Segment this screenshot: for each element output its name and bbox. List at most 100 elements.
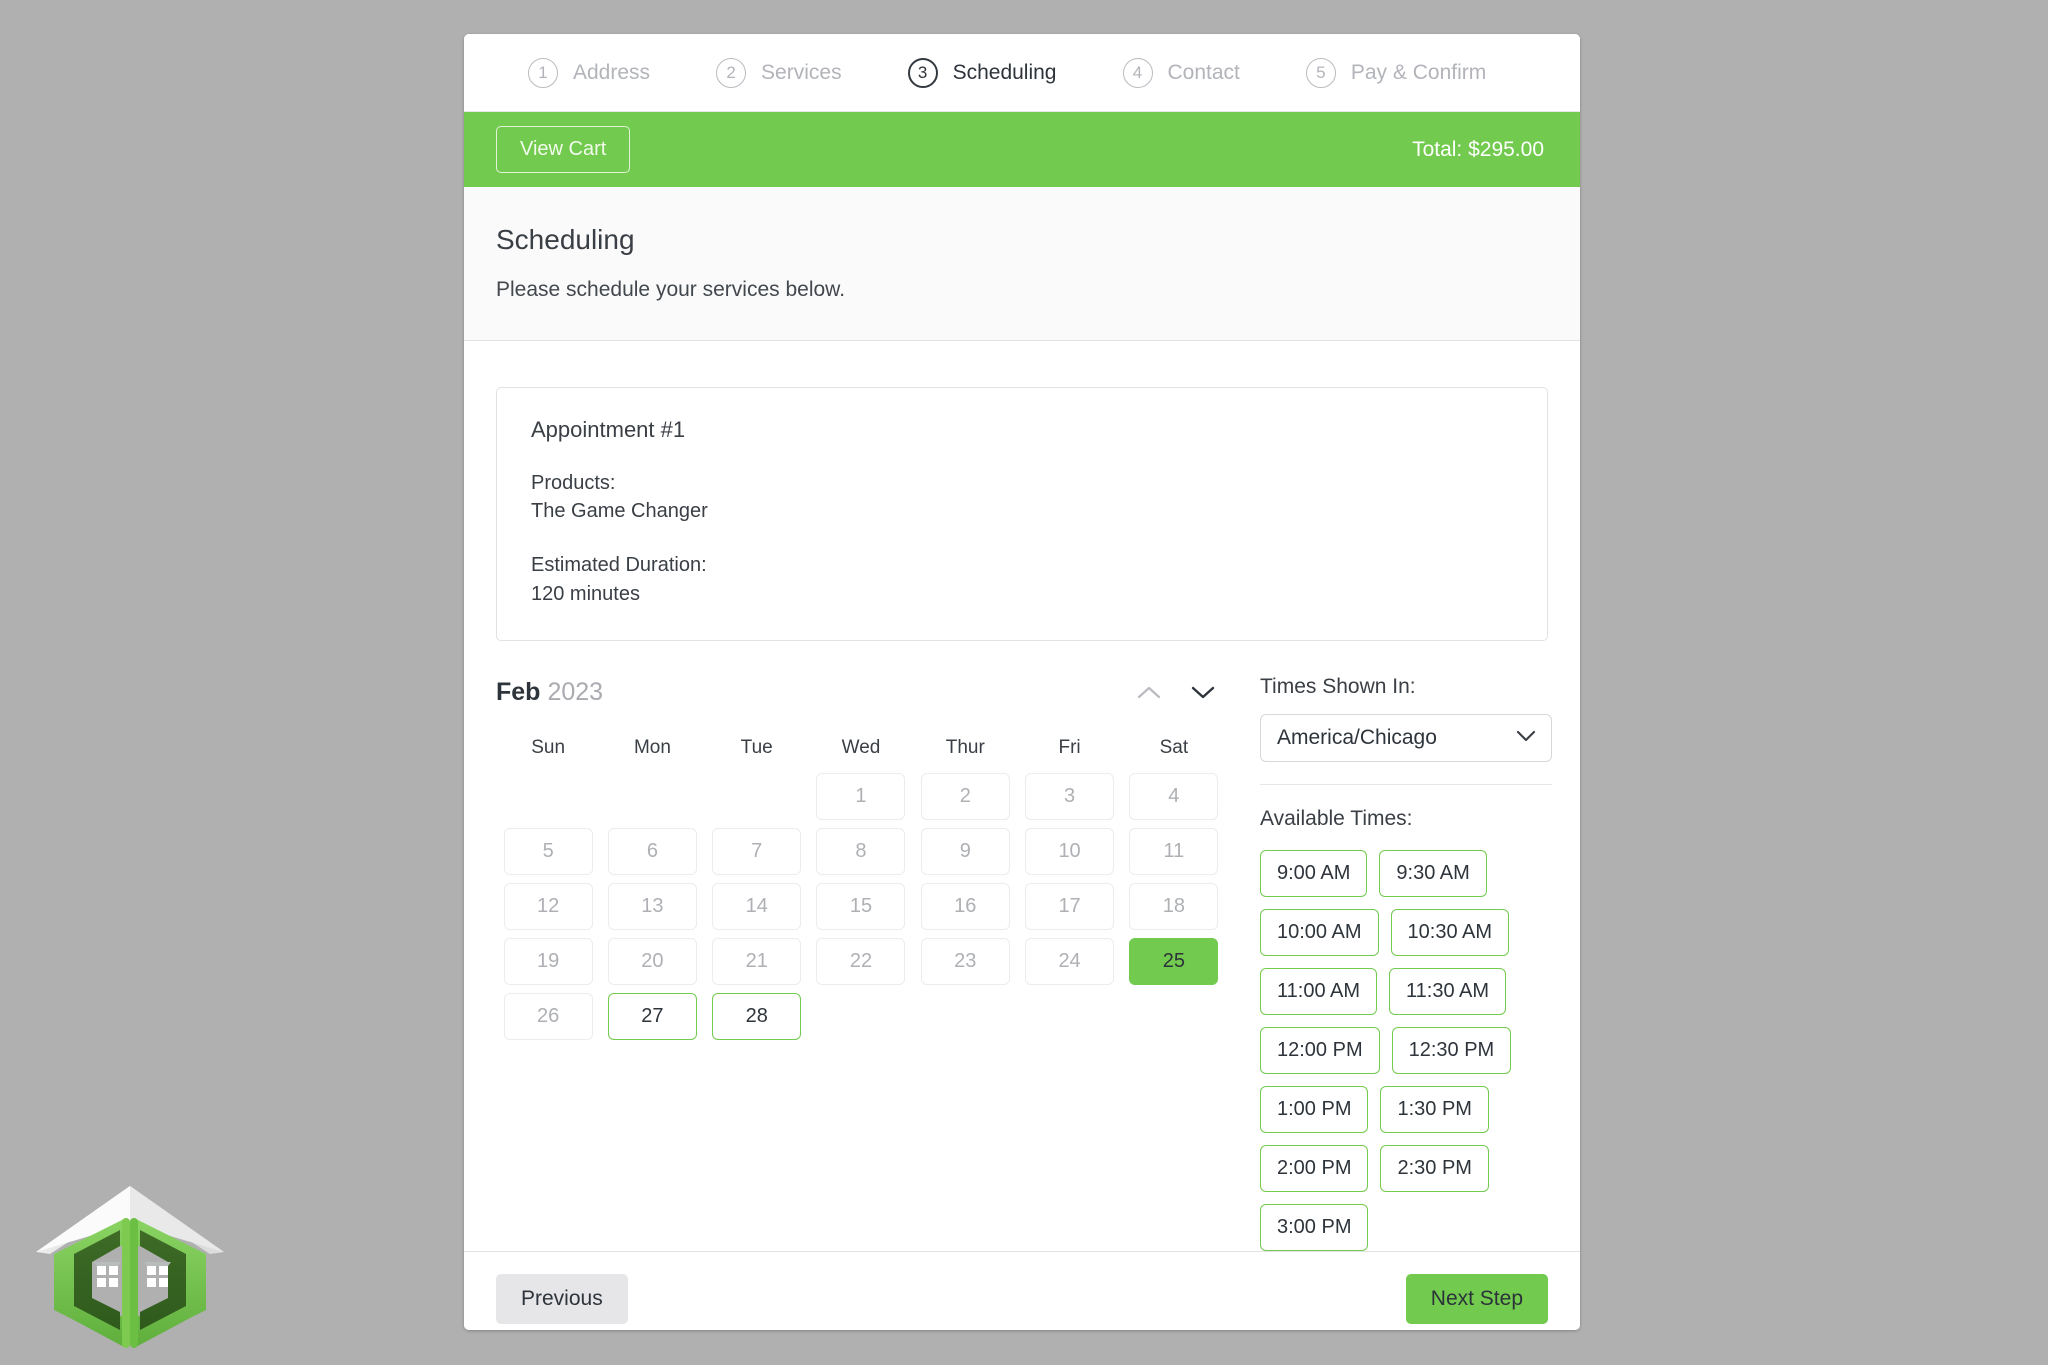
chevron-down-icon[interactable] — [1186, 675, 1220, 709]
calendar-panel: Feb 2023 Sun Mon Tue Wed Thur Fri Sat 1 … — [496, 675, 1226, 1251]
time-slot-11-00-am[interactable]: 11:00 AM — [1260, 968, 1378, 1016]
appointment-duration: Estimated Duration: 120 minutes — [531, 551, 1513, 608]
calendar-day-14: 14 — [712, 883, 802, 931]
step-scheduling[interactable]: 3 Scheduling — [907, 57, 1057, 88]
step-number: 3 — [907, 57, 938, 88]
time-slot-12-30-pm[interactable]: 12:30 PM — [1391, 1027, 1512, 1075]
calendar-day-22: 22 — [816, 938, 906, 986]
scheduler-columns: Feb 2023 Sun Mon Tue Wed Thur Fri Sat 1 … — [496, 675, 1552, 1252]
cart-bar: View Cart Total: $295.00 — [464, 112, 1580, 187]
calendar-day-21: 21 — [712, 938, 802, 986]
calendar-cell: 26 — [496, 993, 600, 1041]
calendar-cell: 7 — [705, 828, 809, 876]
calendar-cell: 20 — [600, 938, 704, 986]
calendar-cell: 23 — [913, 938, 1017, 986]
calendar-day-28[interactable]: 28 — [712, 993, 802, 1041]
available-times-label: Available Times: — [1260, 807, 1413, 831]
calendar-day-5: 5 — [503, 828, 593, 876]
step-number: 5 — [1305, 57, 1336, 88]
calendar-cell-empty — [600, 773, 704, 820]
calendar-cell: 12 — [496, 883, 600, 931]
products-label: Products: — [531, 471, 616, 494]
step-services[interactable]: 2 Services — [716, 57, 842, 88]
calendar-cell: 2 — [913, 773, 1017, 821]
next-step-button[interactable]: Next Step — [1405, 1273, 1548, 1324]
calendar-cell: 3 — [1017, 773, 1121, 821]
calendar-cell: 16 — [913, 883, 1017, 931]
wizard-footer: Previous Next Step — [464, 1251, 1580, 1330]
calendar-header: Feb 2023 — [496, 675, 1226, 709]
duration-label: Estimated Duration: — [531, 554, 707, 577]
time-slot-9-00-am[interactable]: 9:00 AM — [1260, 850, 1368, 898]
calendar-cell: 5 — [496, 828, 600, 876]
calendar-cell: 13 — [600, 883, 704, 931]
time-slot-3-00-pm[interactable]: 3:00 PM — [1260, 1204, 1369, 1252]
time-slot-1-30-pm[interactable]: 1:30 PM — [1380, 1086, 1489, 1134]
calendar-day-20: 20 — [607, 938, 697, 986]
time-slot-10-00-am[interactable]: 10:00 AM — [1260, 909, 1379, 957]
calendar-day-19: 19 — [503, 938, 593, 986]
calendar-day-9: 9 — [920, 828, 1010, 876]
calendar-cell-empty — [705, 773, 809, 820]
calendar-day-8: 8 — [816, 828, 906, 876]
step-label: Services — [761, 60, 842, 84]
timezone-label: Times Shown In: — [1260, 675, 1416, 699]
step-label: Scheduling — [952, 60, 1057, 84]
previous-button[interactable]: Previous — [496, 1273, 628, 1324]
calendar-day-16: 16 — [920, 883, 1010, 931]
step-label: Pay & Confirm — [1350, 60, 1487, 84]
timezone-value: America/Chicago — [1277, 726, 1437, 750]
appointment-title: Appointment #1 — [531, 416, 686, 442]
view-cart-button[interactable]: View Cart — [496, 126, 631, 173]
duration-value: 120 minutes — [531, 582, 640, 605]
calendar-day-24: 24 — [1025, 938, 1115, 986]
step-address[interactable]: 1 Address — [528, 57, 650, 88]
time-slot-2-30-pm[interactable]: 2:30 PM — [1380, 1145, 1489, 1193]
calendar-day-13: 13 — [607, 883, 697, 931]
calendar-day-2: 2 — [920, 773, 1010, 821]
calendar-day-12: 12 — [503, 883, 593, 931]
time-slot-1-00-pm[interactable]: 1:00 PM — [1260, 1086, 1369, 1134]
divider — [1260, 784, 1552, 786]
step-contact[interactable]: 4 Contact — [1122, 57, 1240, 88]
day-header: Sun — [531, 737, 566, 759]
step-pay-confirm[interactable]: 5 Pay & Confirm — [1305, 57, 1487, 88]
day-header: Mon — [633, 737, 671, 759]
calendar-nav — [1132, 675, 1220, 709]
calendar-day-10: 10 — [1025, 828, 1115, 876]
calendar-day-blank — [712, 773, 801, 820]
time-slot-2-00-pm[interactable]: 2:00 PM — [1260, 1145, 1369, 1193]
calendar-day-25[interactable]: 25 — [1129, 938, 1219, 986]
time-slot-list: 9:00 AM 9:30 AM 10:00 AM 10:30 AM 11:00 AM 11… — [1260, 850, 1560, 1252]
calendar-day-26: 26 — [503, 993, 593, 1041]
calendar-cell: 15 — [809, 883, 913, 931]
day-header: Sat — [1159, 737, 1189, 759]
timezone-select[interactable]: America/Chicago — [1260, 714, 1552, 763]
time-slot-10-30-am[interactable]: 10:30 AM — [1390, 909, 1510, 957]
time-slot-11-30-am[interactable]: 11:30 AM — [1389, 968, 1507, 1016]
calendar-month-year: Feb 2023 — [496, 678, 603, 707]
wizard-step-bar: 1 Address 2 Services 3 Scheduling 4 Cont… — [464, 34, 1580, 112]
time-slot-12-00-pm[interactable]: 12:00 PM — [1260, 1027, 1380, 1075]
booking-wizard-window: 1 Address 2 Services 3 Scheduling 4 Cont… — [464, 34, 1580, 1330]
section-body: Appointment #1 Products: The Game Change… — [464, 340, 1580, 1252]
calendar-day-headers: Sun Mon Tue Wed Thur Fri Sat — [496, 737, 1226, 759]
calendar-cell: 24 — [1017, 938, 1121, 986]
appointment-card: Appointment #1 Products: The Game Change… — [496, 386, 1548, 642]
calendar-year: 2023 — [547, 677, 604, 706]
calendar-cell-empty — [496, 773, 600, 820]
day-header: Tue — [740, 737, 773, 759]
page-subtitle: Please schedule your services below. — [496, 277, 846, 301]
calendar-day-7: 7 — [712, 828, 802, 876]
calendar-day-3: 3 — [1025, 773, 1115, 821]
section-header: Scheduling Please schedule your services… — [464, 187, 1580, 341]
calendar-cell: 25 — [1122, 938, 1226, 986]
calendar-day-27[interactable]: 27 — [607, 993, 697, 1041]
calendar-cell: 28 — [705, 993, 809, 1041]
calendar-day-15: 15 — [816, 883, 906, 931]
time-slot-9-30-am[interactable]: 9:30 AM — [1379, 850, 1487, 898]
day-header: Wed — [841, 737, 881, 759]
chevron-up-icon[interactable] — [1132, 675, 1166, 709]
products-value: The Game Changer — [531, 499, 708, 522]
chevron-down-icon — [1515, 729, 1537, 748]
